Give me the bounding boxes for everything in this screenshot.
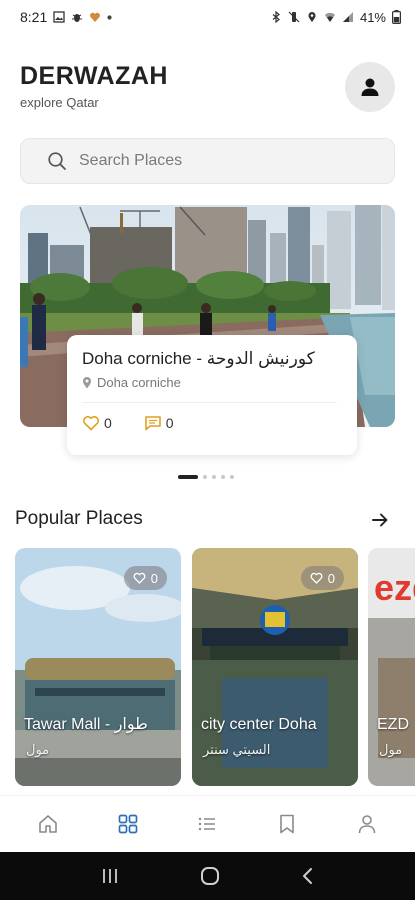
recents-icon[interactable] <box>100 867 120 885</box>
carousel-dot-active[interactable] <box>178 475 198 479</box>
place-subtitle: السيتي سنتر <box>203 742 271 757</box>
carousel-dot[interactable] <box>230 475 234 479</box>
heart-icon <box>133 572 146 584</box>
featured-place-title: Doha corniche - كورنيش الدوحة <box>82 349 315 368</box>
home-icon <box>39 814 57 833</box>
heart-icon <box>310 572 323 584</box>
search-icon <box>48 152 66 170</box>
location-pin-icon <box>83 377 91 389</box>
nav-list[interactable] <box>185 802 229 846</box>
like-count: 0 <box>150 570 158 586</box>
svg-text:ezd: ezd <box>374 567 415 608</box>
place-subtitle: مول <box>26 742 50 757</box>
heart-icon <box>90 12 101 22</box>
featured-divider <box>82 402 337 403</box>
bluetooth-icon <box>272 11 280 23</box>
place-card[interactable]: ezd EZD مول <box>368 548 415 786</box>
like-badge[interactable]: 0 <box>123 566 167 590</box>
system-navigation-bar <box>0 852 415 900</box>
popular-places-list: 0 Tawar Mall - طوار مول 0 city center Do… <box>15 548 415 786</box>
nav-bookmarks[interactable] <box>265 802 309 846</box>
featured-place-location: Doha corniche <box>82 375 343 390</box>
app-header: DERWAZAH explore Qatar <box>20 62 395 116</box>
nav-home[interactable] <box>26 802 70 846</box>
place-subtitle: مول <box>379 742 403 757</box>
user-icon <box>361 78 379 96</box>
bookmark-icon <box>280 814 295 833</box>
featured-likes[interactable]: 0 <box>82 415 112 431</box>
home-button-icon[interactable] <box>199 865 221 887</box>
arrow-right-icon[interactable] <box>370 510 390 530</box>
bottom-navigation <box>0 795 415 851</box>
status-bar: 8:21 41% <box>0 0 415 34</box>
featured-comments-count: 0 <box>165 415 174 431</box>
bug-icon <box>72 14 83 22</box>
profile-button[interactable] <box>345 62 395 112</box>
featured-stats: 0 0 <box>82 415 343 431</box>
search-input[interactable] <box>79 152 359 170</box>
place-name: city center Doha <box>201 716 317 733</box>
signal-icon <box>342 12 353 22</box>
featured-location-text: Doha corniche <box>97 375 181 390</box>
back-icon[interactable] <box>300 866 316 886</box>
nav-profile[interactable] <box>345 802 389 846</box>
carousel-dot[interactable] <box>203 475 207 479</box>
search-bar[interactable] <box>20 138 395 184</box>
place-card[interactable]: 0 Tawar Mall - طوار مول <box>15 548 181 786</box>
location-icon <box>308 12 316 22</box>
place-card[interactable]: 0 city center Doha السيتي سنتر <box>192 548 358 786</box>
like-count: 0 <box>327 570 335 586</box>
featured-place-card[interactable]: Doha corniche - كورنيش الدوحة Doha corni… <box>67 335 357 455</box>
place-name: Tawar Mall - طوار <box>24 716 148 733</box>
list-icon <box>199 817 216 830</box>
battery-icon <box>392 10 401 24</box>
popular-places-title: Popular Places <box>15 508 143 529</box>
featured-likes-count: 0 <box>104 415 112 431</box>
comment-icon <box>144 416 161 431</box>
grid-icon <box>118 814 138 833</box>
place-name: EZD <box>377 716 409 733</box>
nav-explore[interactable] <box>106 802 150 846</box>
status-time: 8:21 <box>20 9 48 25</box>
app-brand: DERWAZAH <box>20 62 168 90</box>
status-left: 8:21 <box>20 9 112 25</box>
status-right: 41% <box>270 10 401 25</box>
app-tagline: explore Qatar <box>20 95 99 110</box>
wifi-icon <box>324 12 335 22</box>
battery-percent: 41% <box>359 9 386 25</box>
mute-icon <box>288 11 300 23</box>
carousel-indicator <box>178 475 234 479</box>
gallery-icon <box>53 11 65 23</box>
dot-icon <box>107 14 112 20</box>
profile-icon <box>358 814 376 833</box>
heart-outline-icon <box>83 416 99 431</box>
carousel-dot[interactable] <box>221 475 225 479</box>
featured-comments[interactable]: 0 <box>144 415 174 431</box>
carousel-dot[interactable] <box>212 475 216 479</box>
like-badge[interactable]: 0 <box>300 566 344 590</box>
